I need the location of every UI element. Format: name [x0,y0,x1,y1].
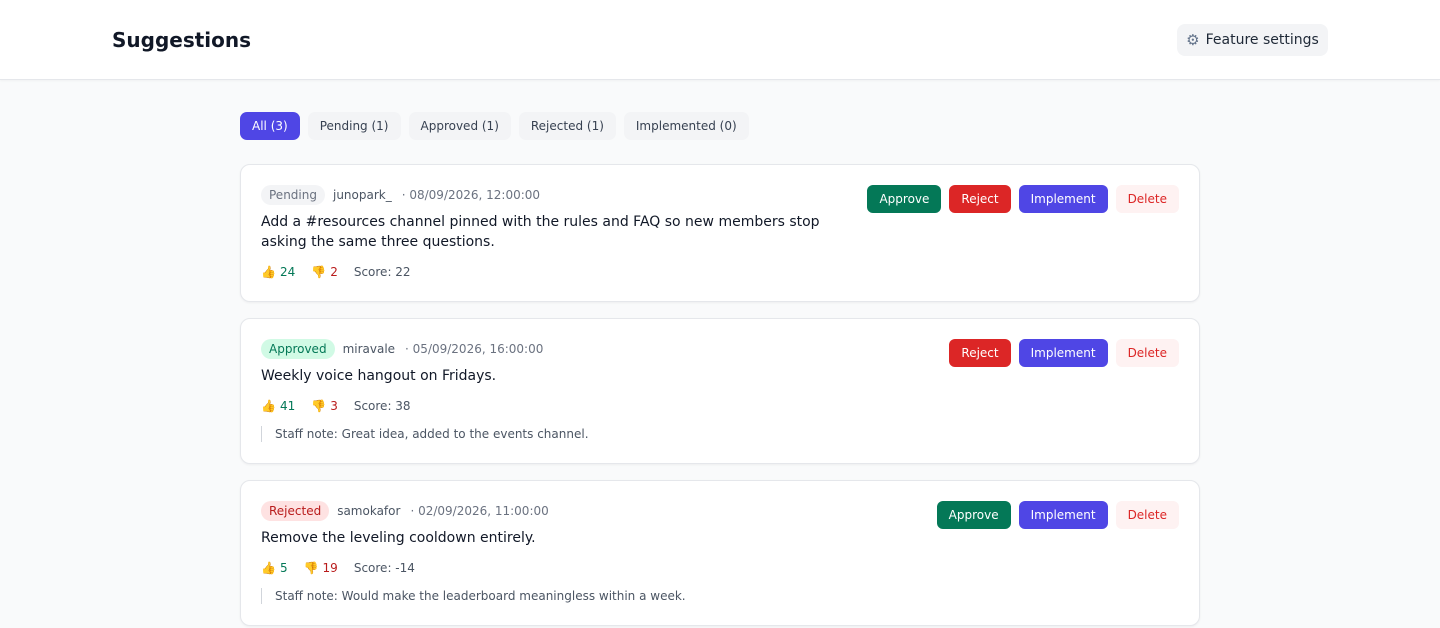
upvote-value: 41 [279,399,296,413]
feature-settings-label: Feature settings [1205,32,1319,48]
reject-button[interactable]: Reject [949,185,1011,213]
upvote-count: 👍 24 [261,265,295,279]
score: Score: -14 [353,561,415,575]
implement-button[interactable]: Implement [1018,339,1108,367]
suggestion-text: Remove the leveling cooldown entirely. [261,530,536,546]
thumbs-up-icon: 👍 [261,561,276,575]
author-name: junopark_ [332,188,392,202]
tab-approved[interactable]: Approved (1) [408,112,511,140]
suggestion-meta: Approved miravale · 05/09/2026, 16:00:00 [261,339,543,359]
implement-button[interactable]: Implement [1018,185,1108,213]
suggestion-card: Approved miravale · 05/09/2026, 16:00:00… [240,318,1200,464]
status-badge: Approved [261,339,335,359]
timestamp: · 05/09/2026, 16:00:00 [405,342,544,356]
vote-summary: 👍 41 👎 3 Score: 38 [261,399,411,413]
downvote-value: 19 [322,561,338,575]
upvote-value: 5 [279,561,288,575]
delete-button[interactable]: Delete [1115,339,1179,367]
staff-note: Staff note: Would make the leaderboard m… [261,588,686,604]
upvote-count: 👍 5 [261,561,288,575]
thumbs-down-icon: 👎 [311,399,327,413]
timestamp: · 02/09/2026, 11:00:00 [410,504,549,518]
status-badge: Pending [261,185,325,205]
delete-button[interactable]: Delete [1115,501,1179,529]
score: Score: 38 [353,399,411,413]
reject-button[interactable]: Reject [949,339,1011,367]
timestamp: · 08/09/2026, 12:00:00 [401,188,541,202]
tab-pending[interactable]: Pending (1) [307,112,401,140]
thumbs-up-icon: 👍 [261,265,276,279]
status-badge: Rejected [261,501,330,521]
suggestion-card: Rejected samokafor · 02/09/2026, 11:00:0… [240,480,1200,626]
downvote-count: 👎 2 [311,265,338,279]
feature-settings-button[interactable]: ⚙ Feature settings [1177,24,1328,56]
vote-summary: 👍 24 👎 2 Score: 22 [261,265,411,279]
vote-summary: 👍 5 👎 19 Score: -14 [261,561,415,575]
downvote-count: 👎 19 [304,561,338,575]
gear-icon: ⚙ [1186,31,1200,49]
suggestion-meta: Rejected samokafor · 02/09/2026, 11:00:0… [261,501,549,521]
downvote-value: 3 [330,399,338,413]
page-title: Suggestions [112,28,252,52]
tab-rejected[interactable]: Rejected (1) [518,112,616,140]
top-bar: Suggestions ⚙ Feature settings [0,0,1440,80]
tab-all[interactable]: All (3) [240,112,300,140]
card-actions: Approve Reject Implement Delete [867,185,1179,213]
approve-button[interactable]: Approve [936,501,1011,529]
author-name: miravale [342,342,396,356]
thumbs-up-icon: 👍 [261,399,276,413]
tab-implemented[interactable]: Implemented (0) [623,112,749,140]
suggestion-text: Weekly voice hangout on Fridays. [261,368,497,384]
card-actions: Approve Implement Delete [936,501,1179,529]
staff-note: Staff note: Great idea, added to the eve… [261,426,589,442]
thumbs-down-icon: 👎 [303,561,319,575]
suggestion-card: Pending junopark_ · 08/09/2026, 12:00:00… [240,164,1200,302]
delete-button[interactable]: Delete [1115,185,1179,213]
thumbs-down-icon: 👎 [311,265,327,279]
status-filter-tabs: All (3) Pending (1) Approved (1) Rejecte… [240,112,749,140]
upvote-value: 24 [279,265,296,279]
suggestion-meta: Pending junopark_ · 08/09/2026, 12:00:00 [261,185,540,205]
downvote-value: 2 [330,265,338,279]
author-name: samokafor [337,504,401,518]
downvote-count: 👎 3 [311,399,338,413]
card-actions: Reject Implement Delete [949,339,1179,367]
suggestion-text: Add a #resources channel pinned with the… [261,214,820,250]
implement-button[interactable]: Implement [1018,501,1108,529]
approve-button[interactable]: Approve [867,185,942,213]
upvote-count: 👍 41 [261,399,295,413]
score: Score: 22 [353,265,411,279]
